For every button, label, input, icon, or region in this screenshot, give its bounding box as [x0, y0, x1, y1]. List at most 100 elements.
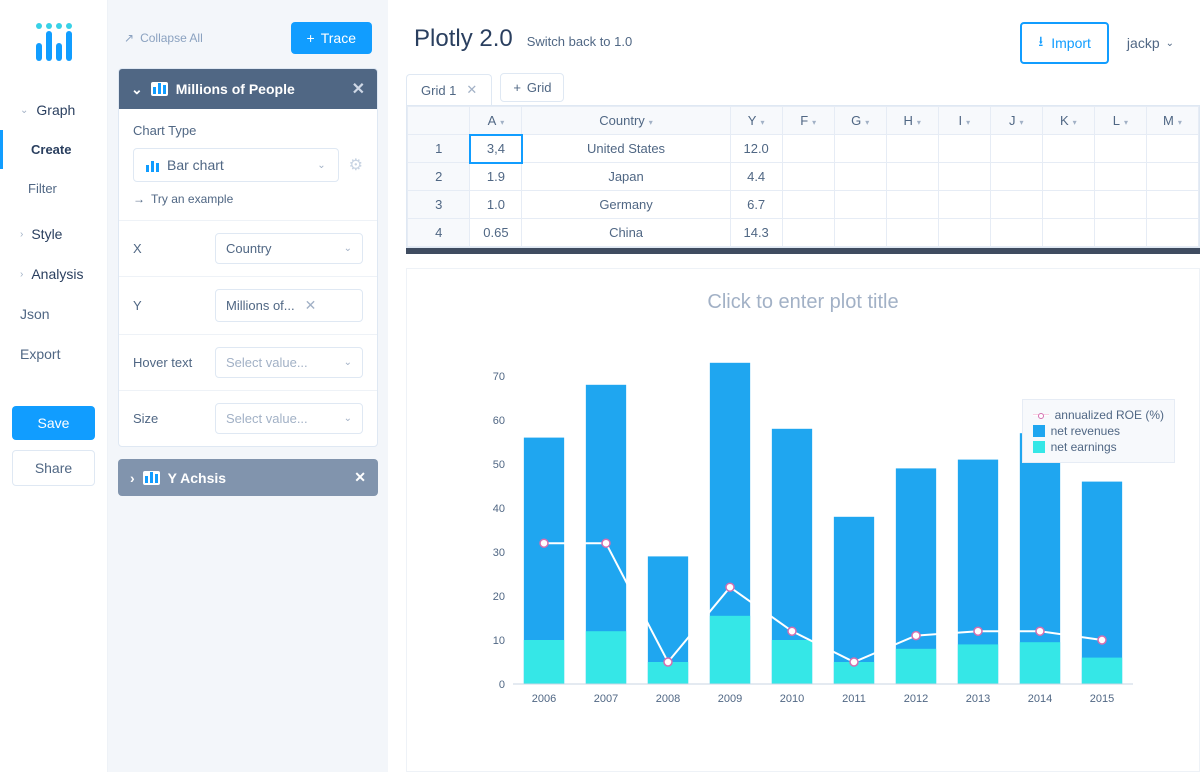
grid-cell[interactable]: 1.9	[470, 163, 522, 191]
grid-cell[interactable]	[834, 163, 886, 191]
grid-cell[interactable]	[1042, 135, 1094, 163]
chart-legend[interactable]: annualized ROE (%) net revenues net earn…	[1022, 399, 1175, 463]
tab-grid-1[interactable]: Grid 1 ✕	[406, 74, 492, 105]
grid-cell[interactable]	[886, 163, 938, 191]
share-button[interactable]: Share	[12, 450, 95, 486]
grid-cell[interactable]: 6.7	[730, 191, 782, 219]
grid-cell[interactable]: Germany	[522, 191, 730, 219]
grid-cell[interactable]	[938, 135, 990, 163]
try-example-link[interactable]: → Try an example	[133, 192, 363, 206]
grid-cell[interactable]	[782, 219, 834, 247]
add-trace-button[interactable]: + Trace	[291, 22, 372, 54]
grid-cell[interactable]	[1094, 219, 1146, 247]
nav-graph[interactable]: ⌄ Graph	[0, 90, 107, 130]
grid-cell[interactable]: 3,4	[470, 135, 522, 163]
chevron-right-icon: ›	[130, 470, 135, 486]
grid-cell[interactable]	[938, 163, 990, 191]
close-icon[interactable]: ✕	[352, 79, 365, 99]
grid-cell[interactable]	[1094, 163, 1146, 191]
col-header[interactable]: A▾	[470, 107, 522, 135]
add-grid-button[interactable]: + Grid	[500, 73, 564, 102]
y-select[interactable]: Millions of... ✕	[215, 289, 363, 322]
grid-cell[interactable]	[782, 163, 834, 191]
col-header[interactable]: L▾	[1094, 107, 1146, 135]
nav-style[interactable]: › Style	[0, 214, 107, 254]
grid-cell[interactable]: 12.0	[730, 135, 782, 163]
x-select[interactable]: Country ⌄	[215, 233, 363, 264]
gear-icon[interactable]: ⚙	[349, 155, 363, 175]
grid-cell[interactable]	[1146, 191, 1198, 219]
chart-plot[interactable]: 0102030405060702006200720082009201020112…	[453, 324, 1153, 724]
col-header[interactable]: M▾	[1146, 107, 1198, 135]
save-button[interactable]: Save	[12, 406, 95, 440]
hover-select[interactable]: Select value... ⌄	[215, 347, 363, 378]
nav-export[interactable]: Export	[0, 334, 107, 374]
user-menu[interactable]: jackp ⌄	[1127, 35, 1174, 51]
clear-icon[interactable]: ✕	[303, 297, 319, 314]
size-select[interactable]: Select value... ⌄	[215, 403, 363, 434]
import-button[interactable]: ⭳ Import	[1020, 22, 1109, 64]
trace-2-header[interactable]: › Y Achsis ✕	[118, 459, 378, 496]
grid-cell[interactable]	[886, 135, 938, 163]
nav-json[interactable]: Json	[0, 294, 107, 334]
grid-cell[interactable]	[834, 191, 886, 219]
grid-cell[interactable]: China	[522, 219, 730, 247]
col-header[interactable]: H▾	[886, 107, 938, 135]
grid-cell[interactable]	[834, 219, 886, 247]
grid-cell[interactable]: 0.65	[470, 219, 522, 247]
x-value: Country	[226, 241, 272, 256]
grid-cell[interactable]: Japan	[522, 163, 730, 191]
grid-cell[interactable]	[1146, 135, 1198, 163]
app-title: Plotly 2.0	[414, 25, 513, 53]
grid-cell[interactable]	[990, 191, 1042, 219]
grid-cell[interactable]	[990, 219, 1042, 247]
col-header[interactable]: K▾	[1042, 107, 1094, 135]
switch-back-link[interactable]: Switch back to 1.0	[527, 34, 633, 49]
collapse-all-button[interactable]: ↗ Collapse All	[124, 31, 203, 45]
col-header[interactable]: Y▾	[730, 107, 782, 135]
chart-type-select[interactable]: Bar chart ⌄	[133, 148, 339, 182]
nav-filter[interactable]: Filter	[0, 169, 107, 208]
grid-cell[interactable]	[886, 219, 938, 247]
nav-create[interactable]: Create	[0, 130, 107, 169]
grid-cell[interactable]: 4.4	[730, 163, 782, 191]
grid-cell[interactable]	[1146, 219, 1198, 247]
col-header[interactable]: J▾	[990, 107, 1042, 135]
row-header[interactable]: 4	[408, 219, 470, 247]
trace-1-header[interactable]: ⌄ Millions of People ✕	[119, 69, 377, 109]
nav-analysis[interactable]: › Analysis	[0, 254, 107, 294]
grid-cell[interactable]	[990, 163, 1042, 191]
legend-item-earn[interactable]: net earnings	[1033, 440, 1164, 454]
grid-cell[interactable]	[782, 135, 834, 163]
row-header[interactable]: 2	[408, 163, 470, 191]
grid-cell[interactable]	[1094, 191, 1146, 219]
grid-cell[interactable]: 1.0	[470, 191, 522, 219]
svg-text:2008: 2008	[656, 693, 680, 705]
row-header[interactable]: 1	[408, 135, 470, 163]
col-header[interactable]: F▾	[782, 107, 834, 135]
grid-cell[interactable]	[834, 135, 886, 163]
grid-cell[interactable]	[1042, 191, 1094, 219]
grid-cell[interactable]	[990, 135, 1042, 163]
col-header[interactable]: I▾	[938, 107, 990, 135]
grid-cell[interactable]	[1042, 163, 1094, 191]
grid-cell[interactable]: 14.3	[730, 219, 782, 247]
row-header[interactable]: 3	[408, 191, 470, 219]
grid-cell[interactable]	[938, 219, 990, 247]
grid-cell[interactable]	[782, 191, 834, 219]
grid-cell[interactable]	[1042, 219, 1094, 247]
grid-cell[interactable]	[1094, 135, 1146, 163]
legend-item-rev[interactable]: net revenues	[1033, 424, 1164, 438]
legend-item-roe[interactable]: annualized ROE (%)	[1033, 408, 1164, 422]
grid-cell[interactable]	[1146, 163, 1198, 191]
data-grid[interactable]: A▾Country▾Y▾F▾G▾H▾I▾J▾K▾L▾M▾ 13,4United S…	[406, 105, 1200, 248]
grid-cell[interactable]: United States	[522, 135, 730, 163]
col-header[interactable]: G▾	[834, 107, 886, 135]
chart-title-input[interactable]: Click to enter plot title	[407, 269, 1199, 324]
col-header[interactable]: Country▾	[522, 107, 730, 135]
grid-cell[interactable]	[938, 191, 990, 219]
grid-scrollbar[interactable]	[406, 248, 1200, 254]
close-icon[interactable]: ✕	[466, 82, 477, 98]
close-icon[interactable]: ✕	[354, 469, 366, 486]
grid-cell[interactable]	[886, 191, 938, 219]
